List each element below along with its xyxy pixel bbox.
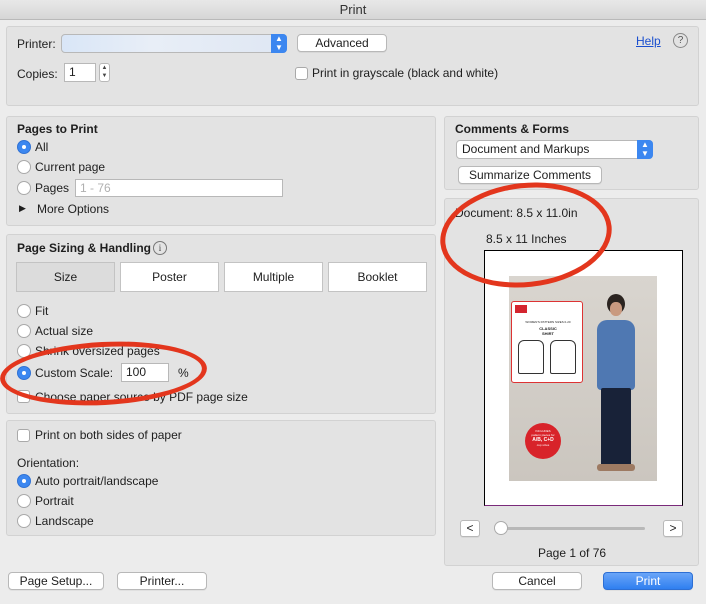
tab-multiple[interactable]: Multiple [224,262,323,292]
auto-orientation-label: Auto portrait/landscape [35,474,159,488]
figure-face [610,302,622,316]
auto-orientation-radio[interactable] [17,474,31,488]
pattern-card: WOMEN'S PATTERN SIZES 0-20 CLASSIC SHIRT [511,301,583,383]
figure-pants [601,388,631,466]
chevron-updown-icon: ▲ ▼ [637,140,653,159]
page-preview: WOMEN'S PATTERN SIZES 0-20 CLASSIC SHIRT… [484,250,683,506]
page-slider-track[interactable] [498,527,645,530]
pages-title: Pages to Print [17,122,98,136]
next-page-button[interactable]: > [663,520,683,537]
grayscale-label: Print in grayscale (black and white) [312,66,499,80]
grayscale-checkbox[interactable] [295,67,308,80]
portrait-radio[interactable] [17,494,31,508]
tab-size[interactable]: Size [16,262,115,292]
figure-shoes [597,464,635,471]
printer-select[interactable]: ▲ ▼ [61,34,287,53]
actual-size-radio[interactable] [17,324,31,338]
chevron-updown-icon: ▲ ▼ [271,34,287,53]
pages-current-label: Current page [35,160,106,174]
landscape-radio[interactable] [17,514,31,528]
card-logo [515,305,527,313]
pages-all-radio[interactable] [17,140,31,154]
window-title: Print [0,0,706,20]
previous-page-button[interactable]: < [460,520,480,537]
printer-label: Printer: [17,37,56,51]
both-sides-label: Print on both sides of paper [35,428,182,442]
more-options-label[interactable]: More Options [37,202,109,216]
landscape-label: Landscape [35,514,94,528]
comments-select[interactable]: Document and Markups ▲ ▼ [456,140,653,159]
print-button[interactable]: Print [603,572,693,590]
orientation-title: Orientation: [17,456,80,470]
info-icon[interactable]: i [153,241,167,255]
copies-stepper[interactable]: ▲ ▼ [99,63,110,82]
pages-range-radio[interactable] [17,181,31,195]
page-setup-button[interactable]: Page Setup... [8,572,104,590]
comments-select-value: Document and Markups [462,142,590,156]
summarize-comments-button[interactable]: Summarize Comments [458,166,602,184]
help-icon[interactable]: ? [673,33,688,48]
sizes-badge: INCLUDES pattern pieces for A/B, C+D cup… [525,423,561,459]
pages-all-label: All [35,140,49,154]
card-line-1: WOMEN'S PATTERN SIZES 0-20 [525,320,571,324]
badge-line-4: cup sizes [536,443,550,447]
figure-shirt [597,320,635,390]
help-link[interactable]: Help [636,34,661,48]
printer-button[interactable]: Printer... [117,572,207,590]
portrait-label: Portrait [35,494,74,508]
fit-radio[interactable] [17,304,31,318]
tab-poster[interactable]: Poster [120,262,219,292]
pages-range-input[interactable]: 1 - 76 [75,179,283,197]
comments-title: Comments & Forms [455,122,570,136]
actual-size-label: Actual size [35,324,94,338]
cancel-button[interactable]: Cancel [492,572,582,590]
card-line-3: SHIRT [542,331,554,336]
pages-range-label: Pages [35,181,70,195]
copies-input[interactable]: 1 [64,63,96,82]
disclosure-triangle-icon[interactable]: ▶ [19,203,26,214]
tab-booklet[interactable]: Booklet [328,262,427,292]
fit-label: Fit [35,304,49,318]
page-slider-thumb[interactable] [494,521,508,535]
pages-current-radio[interactable] [17,160,31,174]
advanced-button[interactable]: Advanced [297,34,387,52]
both-sides-checkbox[interactable] [17,429,30,442]
card-shirt-sketch [518,340,544,374]
sizing-title: Page Sizing & Handling [17,241,152,255]
copies-label: Copies: [17,67,58,81]
page-status: Page 1 of 76 [538,546,607,560]
card-shirt-sketch-2 [550,340,576,374]
